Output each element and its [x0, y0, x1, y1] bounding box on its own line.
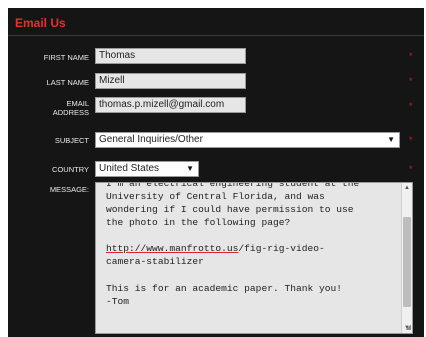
message-line: This is for an academic paper. Thank you… [106, 282, 343, 294]
chevron-down-icon: ▼ [387, 135, 395, 144]
panel-title: Email Us [15, 16, 66, 30]
last-name-label: LAST NAME [46, 78, 89, 87]
last-name-required-marker: * [409, 76, 413, 86]
scrollbar-thumb[interactable] [403, 217, 411, 307]
subject-label: SUBJECT [54, 136, 89, 145]
message-line: the photo in the following page? [106, 217, 291, 229]
message-url-rest: /fig-rig-video- [238, 243, 325, 255]
country-selected-value: United States [99, 163, 160, 174]
chevron-down-icon: ▼ [186, 164, 194, 173]
country-select[interactable]: United States ▼ [95, 161, 199, 177]
message-label: MESSAGE: [49, 185, 89, 194]
message-textarea[interactable]: I'm an electrical engineering student at… [95, 182, 413, 334]
message-url-underlined: http://www.manfrotto.us [106, 243, 239, 255]
message-line: -Tom [106, 295, 130, 307]
message-text: I'm an electrical engineering student at… [106, 182, 398, 308]
message-line: I'm an electrical engineering student at… [106, 182, 360, 189]
email-input[interactable]: thomas.p.mizell@gmail.com [95, 97, 246, 113]
subject-select[interactable]: General Inquiries/Other ▼ [95, 132, 400, 148]
subject-selected-value: General Inquiries/Other [99, 134, 203, 145]
first-name-required-marker: * [409, 51, 413, 61]
message-url-line: http://www.manfrotto.us/fig-rig-video- [106, 242, 398, 255]
email-label-line2: ADDRESS [52, 108, 89, 117]
first-name-label: FIRST NAME [43, 53, 89, 62]
country-label: COUNTRY [52, 165, 89, 174]
message-line: University of Central Florida, and was [106, 191, 325, 203]
email-required-marker: * [409, 101, 413, 111]
first-name-input[interactable]: Thomas [95, 48, 246, 64]
email-us-panel: Email Us FIRST NAME Thomas * LAST NAME M… [8, 8, 424, 337]
scroll-up-icon[interactable]: ▲ [402, 183, 412, 193]
message-scrollbar[interactable]: ▲ ▼ [401, 183, 412, 333]
message-line: camera-stabilizer [106, 256, 204, 268]
message-line: wondering if I could have permission to … [106, 204, 354, 216]
last-name-input[interactable]: Mizell [95, 73, 246, 89]
subject-required-marker: * [409, 135, 413, 145]
email-label-line1: EMAIL [66, 99, 89, 108]
email-label: EMAIL ADDRESS [19, 99, 89, 117]
resize-grip-icon[interactable]: ◢ [403, 324, 411, 332]
country-required-marker: * [409, 164, 413, 174]
title-divider [8, 35, 424, 36]
